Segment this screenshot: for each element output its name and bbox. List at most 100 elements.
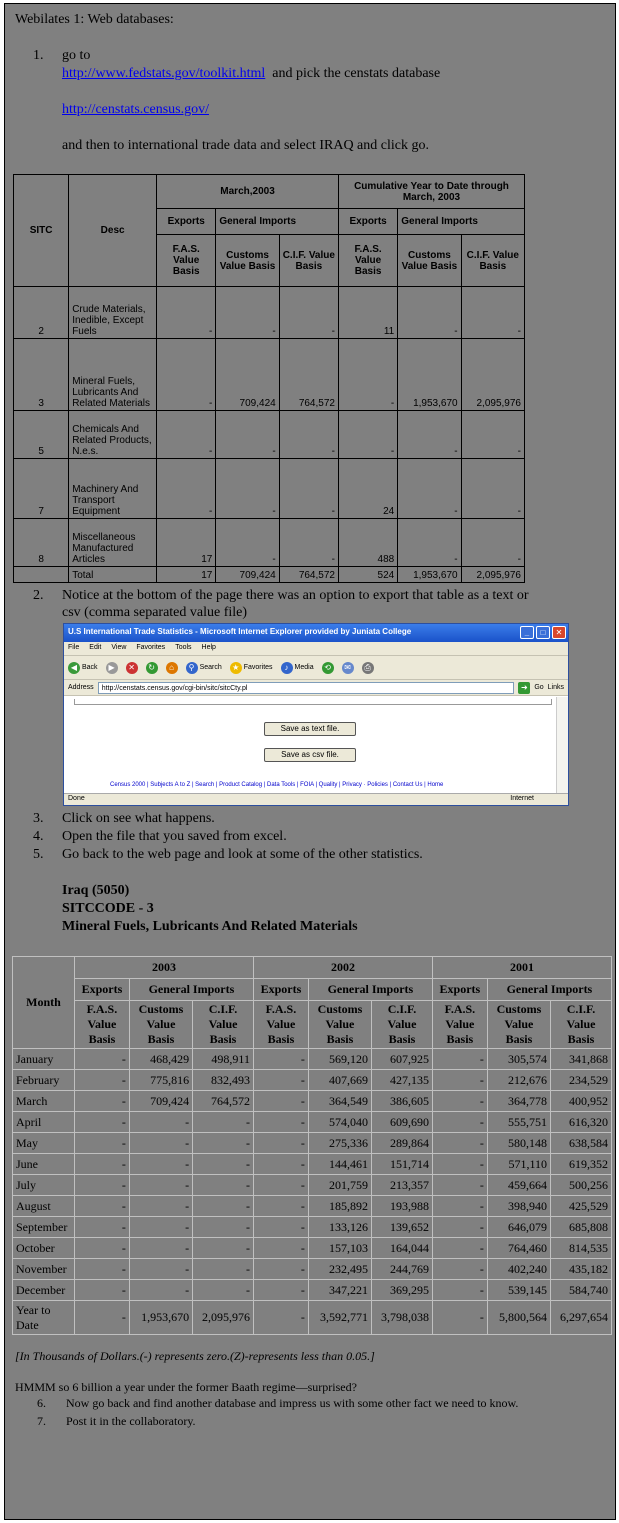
table-row: 7 Machinery And Transport Equipment - - …	[12, 458, 526, 519]
sitc-cell: 8	[12, 518, 70, 567]
menu-view[interactable]: View	[111, 644, 126, 653]
exports-header: Exports	[431, 978, 488, 1001]
value-cell: -	[252, 1132, 309, 1154]
forward-arrow-icon[interactable]: ▶	[105, 661, 118, 674]
commodity-heading: Mineral Fuels, Lubricants And Related Ma…	[62, 919, 358, 934]
month-cell: November	[12, 1258, 75, 1280]
cumulative-header: Cumulative Year to Date through March, 2…	[337, 174, 526, 209]
value-cell: -	[74, 1300, 130, 1335]
general-imports-header: General Imports	[215, 208, 339, 235]
value-cell: 488	[337, 518, 399, 567]
history-icon[interactable]: ⟲	[321, 661, 334, 674]
step-2-text-cont: csv (comma separated value file)	[62, 605, 248, 620]
value-cell: -	[74, 1195, 130, 1217]
media-label: Media	[294, 664, 314, 671]
back-button[interactable]: ◀ Back	[68, 661, 98, 674]
value-cell: -	[252, 1195, 309, 1217]
value-cell: 275,336	[307, 1132, 373, 1154]
cif-header: C.I.F. Value Basis	[550, 1000, 612, 1049]
step-4-text: Open the file that you saved from excel.	[62, 829, 287, 844]
go-arrow-icon[interactable]: ➜	[518, 681, 531, 694]
menu-tools[interactable]: Tools	[175, 644, 191, 653]
units-note: [In Thousands of Dollars.(-) represents …	[15, 1349, 375, 1363]
maximize-icon[interactable]: □	[536, 626, 550, 639]
value-cell: -	[156, 338, 217, 411]
value-cell: 709,424	[215, 566, 280, 583]
sitc-code-heading: SITCCODE - 3	[62, 901, 154, 916]
menu-help[interactable]: Help	[202, 644, 216, 653]
month-cell: May	[12, 1132, 75, 1154]
minimize-icon[interactable]: _	[520, 626, 534, 639]
value-cell: 1,953,670	[128, 1300, 194, 1335]
value-cell: 709,424	[215, 338, 280, 411]
value-cell: -	[431, 1153, 488, 1175]
march-header: March,2003	[156, 174, 339, 209]
menu-file[interactable]: File	[68, 644, 79, 653]
menu-favorites[interactable]: Favorites	[136, 644, 165, 653]
fedstats-link[interactable]: http://www.fedstats.gov/toolkit.html	[62, 66, 265, 81]
stop-icon[interactable]: ✕	[125, 661, 138, 674]
value-cell: -	[431, 1216, 488, 1238]
value-cell: 619,352	[550, 1153, 612, 1175]
value-cell: -	[252, 1174, 309, 1196]
value-cell: 764,572	[278, 566, 339, 583]
value-cell: -	[74, 1258, 130, 1280]
value-cell: -	[397, 410, 462, 459]
menu-edit[interactable]: Edit	[89, 644, 101, 653]
value-cell: -	[156, 458, 217, 519]
month-cell: December	[12, 1279, 75, 1301]
footer-links[interactable]: Census 2000 | Subjects A to Z | Search |…	[110, 782, 443, 788]
sitc-header: SITC	[12, 174, 70, 287]
value-cell: -	[431, 1111, 488, 1133]
value-cell: -	[431, 1279, 488, 1301]
save-csv-button[interactable]: Save as csv file.	[264, 748, 356, 762]
value-cell: 832,493	[192, 1069, 254, 1091]
sitc-cell: 3	[12, 338, 70, 411]
value-cell: -	[252, 1048, 309, 1070]
value-cell: 347,221	[307, 1279, 373, 1301]
media-button[interactable]: ♪ Media	[280, 661, 314, 674]
vertical-scrollbar[interactable]	[556, 697, 568, 794]
total-label: Total	[68, 566, 158, 583]
month-cell: July	[12, 1174, 75, 1196]
value-cell: -	[128, 1153, 194, 1175]
address-input[interactable]: http://censtats.census.gov/cgi-bin/sitc/…	[97, 681, 515, 694]
search-icon: ⚲	[185, 661, 198, 674]
table-bottom-edge	[74, 699, 552, 705]
home-icon[interactable]: ⌂	[165, 661, 178, 674]
value-cell: -	[128, 1195, 194, 1217]
refresh-icon[interactable]: ↻	[145, 661, 158, 674]
value-cell: 305,574	[486, 1048, 552, 1070]
exports-header: Exports	[74, 978, 130, 1001]
favorites-button[interactable]: ★ Favorites	[229, 661, 273, 674]
month-cell: June	[12, 1153, 75, 1175]
value-cell: 139,652	[371, 1216, 433, 1238]
value-cell: 369,295	[371, 1279, 433, 1301]
value-cell: 17	[156, 566, 217, 583]
fas-header: F.A.S. Value Basis	[74, 1000, 130, 1049]
close-icon[interactable]: ✕	[552, 626, 566, 639]
step-1-text-2: and pick the censtats database	[272, 66, 441, 81]
table-row: October - - - -157,103 164,044-764,460 814,535	[12, 1237, 612, 1259]
print-icon[interactable]: ⎙	[361, 661, 374, 674]
value-cell: 609,690	[371, 1111, 433, 1133]
value-cell: 468,429	[128, 1048, 194, 1070]
value-cell: 814,535	[550, 1237, 612, 1259]
mail-icon[interactable]: ✉	[341, 661, 354, 674]
value-cell: 341,868	[550, 1048, 612, 1070]
value-cell: -	[215, 286, 280, 339]
value-cell: -	[74, 1111, 130, 1133]
value-cell: 425,529	[550, 1195, 612, 1217]
value-cell: -	[431, 1069, 488, 1091]
search-button[interactable]: ⚲ Search	[185, 661, 222, 674]
value-cell: 398,940	[486, 1195, 552, 1217]
value-cell: -	[252, 1153, 309, 1175]
table-row: 5 Chemicals And Related Products, N.e.s.…	[12, 410, 526, 459]
go-button[interactable]: Go	[534, 684, 543, 691]
save-text-button[interactable]: Save as text file.	[264, 722, 356, 736]
step-5-number: 5.	[33, 847, 44, 862]
censtats-link[interactable]: http://censtats.census.gov/	[62, 102, 209, 117]
links-button[interactable]: Links	[548, 684, 564, 691]
month-cell: September	[12, 1216, 75, 1238]
table-row: 3 Mineral Fuels, Lubricants And Related …	[12, 338, 526, 411]
